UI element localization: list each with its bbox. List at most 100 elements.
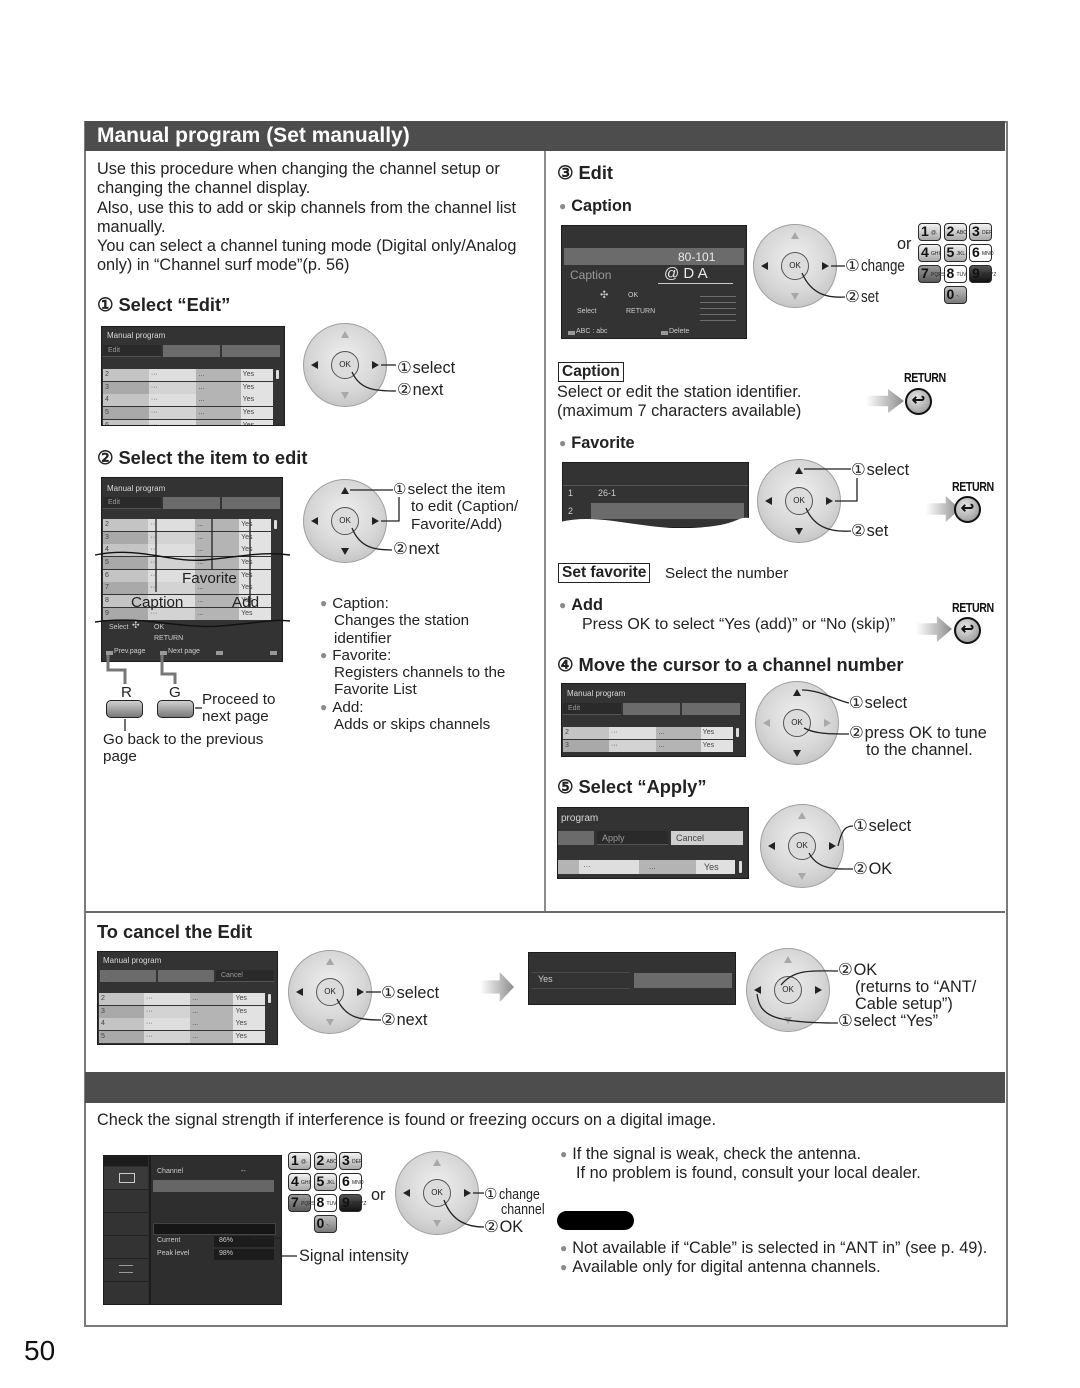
ok-button[interactable]: OK (316, 978, 344, 1006)
remote-dpad[interactable]: OK (303, 323, 387, 407)
channel-row[interactable]: 3 ···... Yes (563, 739, 733, 752)
channel-row[interactable]: 2 ···... Yes (563, 727, 733, 739)
number-key-7[interactable]: 7 PQRS (288, 1194, 315, 1212)
arrow-right-icon[interactable] (826, 497, 833, 505)
arrow-down-icon[interactable] (341, 392, 349, 399)
sidebar-item[interactable] (104, 1213, 148, 1236)
number-key-4[interactable]: 4 GHI (288, 1173, 311, 1191)
arrow-right-icon[interactable] (372, 361, 379, 369)
sidebar-item[interactable] (104, 1167, 148, 1190)
tab-edit[interactable]: : (100, 970, 156, 982)
arrow-up-icon[interactable] (791, 232, 799, 239)
arrow-up-icon[interactable] (798, 812, 806, 819)
ok-button[interactable]: OK (331, 507, 359, 535)
channel-row[interactable]: 2 ···... Yes (103, 369, 273, 381)
channel-row[interactable]: 5 ···... Yes (103, 407, 273, 420)
arrow-up-icon[interactable] (795, 467, 803, 474)
return-button[interactable]: ↩ (954, 617, 981, 644)
arrow-up-icon[interactable] (341, 331, 349, 338)
arrow-left-icon[interactable] (763, 719, 770, 727)
number-key-4[interactable]: 4 GHI (918, 244, 941, 262)
arrow-down-icon[interactable] (784, 1017, 792, 1024)
channel-row[interactable]: 5 ···... Yes (99, 1031, 265, 1044)
remote-dpad[interactable]: OK (746, 948, 830, 1032)
arrow-up-icon[interactable] (793, 689, 801, 696)
arrow-down-icon[interactable] (791, 293, 799, 300)
ok-button[interactable]: OK (783, 709, 811, 737)
channel-row[interactable]: 4 ···... Yes (103, 394, 273, 407)
number-key-8[interactable]: 8 TUV (943, 265, 967, 283)
number-key-6[interactable]: 6 MNO (339, 1173, 364, 1191)
channel-row[interactable]: ··· ... Yes (558, 860, 735, 874)
arrow-down-icon[interactable] (341, 548, 349, 555)
arrow-left-icon[interactable] (311, 517, 318, 525)
arrow-up-icon[interactable] (433, 1159, 441, 1166)
channel-row[interactable]: 2 ···... Yes (103, 519, 271, 531)
sidebar-item[interactable] (104, 1282, 148, 1304)
tab-cancel[interactable]: Cancel (671, 831, 743, 845)
sidebar-item[interactable] (104, 1190, 148, 1213)
arrow-up-icon[interactable] (341, 487, 349, 494)
arrow-left-icon[interactable] (761, 262, 768, 270)
arrow-right-icon[interactable] (822, 262, 829, 270)
tab-edit[interactable]: Edit (103, 345, 161, 357)
scrollbar[interactable] (274, 520, 277, 529)
number-key-6[interactable]: 6 MNO (969, 244, 994, 262)
remote-dpad[interactable]: OK (757, 459, 841, 543)
arrow-up-icon[interactable] (326, 958, 334, 965)
number-key-5[interactable]: 5 JKL (313, 1173, 337, 1191)
number-key-9[interactable]: 9 WXYZ (339, 1194, 366, 1212)
channel-row[interactable]: 3 ···... Yes (103, 531, 271, 544)
remote-dpad[interactable]: OK (753, 224, 837, 308)
tab-apply[interactable] (623, 703, 680, 715)
arrow-right-icon[interactable] (815, 986, 822, 994)
arrow-left-icon[interactable] (768, 842, 775, 850)
scrollbar[interactable] (739, 861, 742, 873)
arrow-right-icon[interactable] (464, 1189, 471, 1197)
scrollbar[interactable] (268, 994, 271, 1003)
channel-row[interactable]: 6 ···... Yes (103, 419, 273, 425)
sidebar-item[interactable] (104, 1236, 148, 1259)
arrow-up-icon[interactable] (784, 956, 792, 963)
arrow-right-icon[interactable] (357, 988, 364, 996)
number-key-1[interactable]: 1 @. (918, 223, 941, 241)
tab-apply[interactable] (163, 345, 220, 357)
ok-button[interactable]: OK (788, 832, 816, 860)
caption-input[interactable]: @ D A (664, 265, 708, 282)
number-key-0[interactable]: 0 -. (313, 1215, 337, 1233)
arrow-down-icon[interactable] (433, 1220, 441, 1227)
number-key-3[interactable]: 3 DEF (339, 1152, 362, 1170)
arrow-left-icon[interactable] (403, 1189, 410, 1197)
tab-apply[interactable]: Apply (597, 831, 668, 845)
arrow-left-icon[interactable] (296, 988, 303, 996)
number-key-7[interactable]: 7 PQRS (918, 265, 945, 283)
number-key-8[interactable]: 8 TUV (313, 1194, 337, 1212)
ok-button[interactable]: OK (423, 1179, 451, 1207)
arrow-left-icon[interactable] (765, 497, 772, 505)
arrow-right-icon[interactable] (824, 719, 831, 727)
scrollbar[interactable] (736, 728, 739, 737)
arrow-left-icon[interactable] (754, 986, 761, 994)
remote-dpad[interactable]: OK (288, 950, 372, 1034)
option-no[interactable] (634, 973, 732, 988)
number-key-3[interactable]: 3 DEF (969, 223, 992, 241)
selected-row-highlight[interactable] (153, 1180, 274, 1192)
tab-edit[interactable]: Edit (563, 703, 621, 715)
remote-dpad[interactable]: OK (303, 479, 387, 563)
number-key-0[interactable]: 0 -. (943, 286, 967, 304)
tab-cancel[interactable] (222, 497, 280, 509)
ok-button[interactable]: OK (781, 252, 809, 280)
return-button[interactable]: ↩ (954, 496, 981, 523)
tab-apply[interactable] (163, 497, 220, 509)
number-key-1[interactable]: 1 @. (288, 1152, 311, 1170)
sidebar-item[interactable] (104, 1259, 148, 1282)
tab-apply[interactable] (158, 970, 214, 982)
red-button[interactable] (106, 700, 143, 718)
arrow-down-icon[interactable] (326, 1019, 334, 1026)
channel-row[interactable]: 4 ···... Yes (99, 1018, 265, 1031)
number-key-2[interactable]: 2 ABC (313, 1152, 337, 1170)
number-key-5[interactable]: 5 JKL (943, 244, 967, 262)
option-yes[interactable]: Yes (532, 972, 630, 989)
remote-dpad[interactable]: OK (395, 1151, 479, 1235)
arrow-right-icon[interactable] (829, 842, 836, 850)
